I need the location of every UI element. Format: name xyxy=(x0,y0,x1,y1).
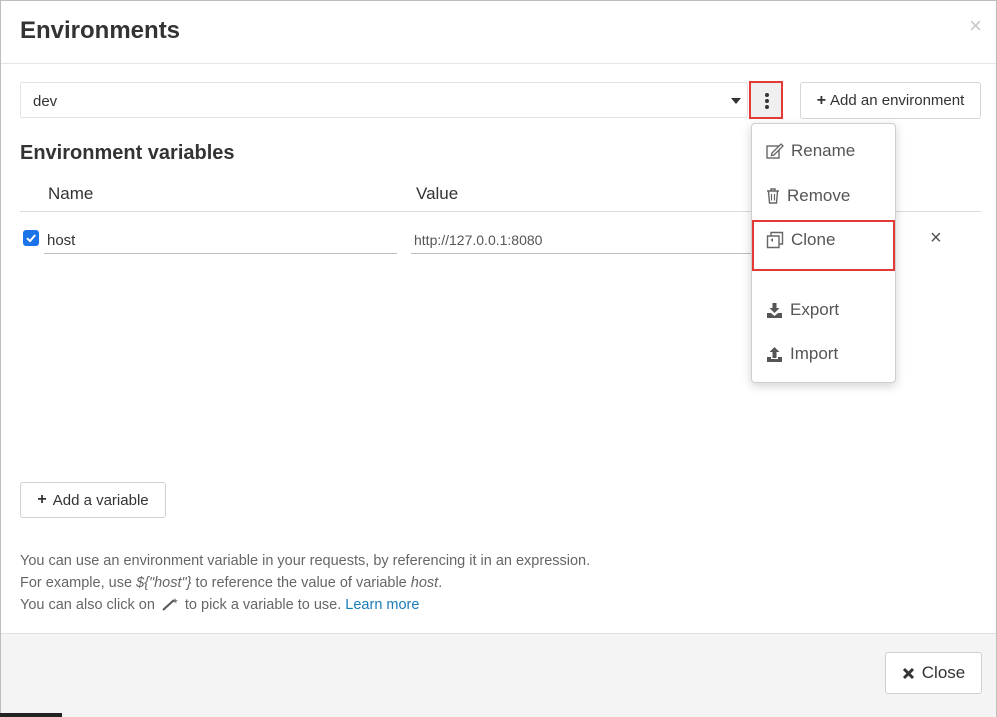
magic-wand-icon xyxy=(162,598,178,611)
help-variable-name: host xyxy=(410,575,439,591)
menu-item-label: Remove xyxy=(787,186,851,205)
trash-icon xyxy=(767,188,779,204)
close-icon xyxy=(902,667,914,679)
remove-variable-icon[interactable]: × xyxy=(930,228,942,248)
plus-icon: + xyxy=(816,91,827,109)
column-header-name: Name xyxy=(48,184,94,203)
dialog-header: Environments × xyxy=(1,1,996,64)
environments-dialog: Environments × dev + Add an environment … xyxy=(0,0,997,717)
environment-select[interactable]: dev xyxy=(20,82,748,118)
environment-select-value: dev xyxy=(33,93,58,110)
add-environment-button[interactable]: + Add an environment xyxy=(800,82,981,119)
caret-down-icon xyxy=(731,98,741,104)
environment-actions-button[interactable] xyxy=(749,81,783,119)
help-line-1: You can use an environment variable in y… xyxy=(20,553,591,569)
help-line-3: You can also click on to pick a variable … xyxy=(20,597,420,613)
clone-highlight-box xyxy=(752,220,895,271)
column-header-value: Value xyxy=(416,184,459,203)
close-button-label: Close xyxy=(921,663,966,682)
learn-more-link[interactable]: Learn more xyxy=(345,597,419,613)
menu-item-label: Export xyxy=(790,300,840,319)
kebab-menu-icon xyxy=(765,93,769,97)
menu-item-label: Rename xyxy=(791,141,856,160)
add-variable-label: Add a variable xyxy=(52,491,149,509)
help-line-2: For example, use ${"host"} to reference … xyxy=(20,575,443,591)
check-icon xyxy=(26,234,36,243)
help-expression: ${"host"} xyxy=(136,575,192,591)
close-button[interactable]: Close xyxy=(885,652,982,694)
menu-item-rename[interactable]: Rename xyxy=(766,141,855,161)
environment-variables-title: Environment variables xyxy=(20,142,235,164)
dialog-footer xyxy=(1,633,996,717)
menu-item-export[interactable]: Export xyxy=(766,300,839,320)
variable-name-input[interactable] xyxy=(44,227,397,254)
menu-item-remove[interactable]: Remove xyxy=(766,186,850,206)
variable-enabled-checkbox[interactable] xyxy=(23,230,39,246)
dialog-close-icon[interactable]: × xyxy=(969,15,982,37)
download-icon xyxy=(767,302,782,318)
variable-value-input[interactable] xyxy=(411,227,751,254)
menu-item-label: Import xyxy=(790,344,839,363)
add-environment-label: Add an environment xyxy=(830,92,965,109)
menu-item-import[interactable]: Import xyxy=(766,344,838,364)
help-text: You can use an environment variable in y… xyxy=(20,550,590,616)
upload-icon xyxy=(767,346,782,362)
plus-icon: + xyxy=(37,491,47,508)
dialog-title: Environments xyxy=(20,17,181,44)
add-variable-button[interactable]: + Add a variable xyxy=(20,482,166,518)
taskbar-edge xyxy=(0,713,62,717)
edit-icon xyxy=(766,142,784,159)
